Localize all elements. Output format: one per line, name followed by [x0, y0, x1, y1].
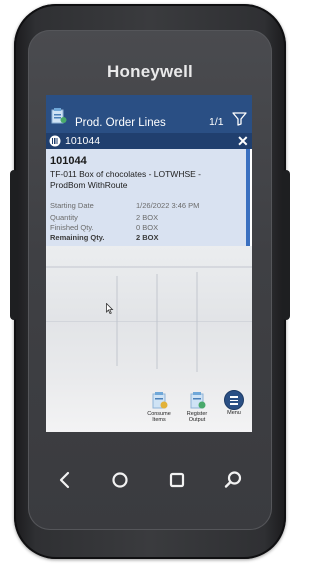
title-bar: Prod. Order Lines 1/1 [46, 95, 252, 133]
side-grip-left [10, 170, 18, 320]
field-value: 2 BOX [136, 213, 159, 222]
field-label: Finished Qty. [50, 223, 94, 232]
production-order-icon [51, 108, 67, 124]
register-output-icon [190, 392, 206, 409]
field-value: 1/26/2022 3:46 PM [136, 201, 200, 210]
menu-button[interactable] [224, 390, 244, 410]
background-shelf [46, 321, 252, 322]
menu-icon-bar [230, 396, 238, 398]
close-icon[interactable]: ✕ [237, 133, 249, 149]
side-grip-right [282, 170, 290, 320]
field-label: Remaining Qty. [50, 233, 105, 242]
device-nav-bar [40, 465, 260, 495]
field-label: Quantity [50, 213, 78, 222]
background-shelf [196, 272, 198, 372]
back-icon[interactable] [50, 465, 80, 495]
consume-items-button[interactable]: Consume Items [144, 390, 174, 423]
menu-icon-bar [230, 403, 238, 405]
barcode-icon [49, 135, 61, 147]
order-number: 101044 [50, 155, 87, 167]
field-label: Starting Date [50, 201, 94, 210]
action-bar: Consume Items Register Output Menu [144, 386, 252, 426]
home-icon[interactable] [105, 465, 135, 495]
background-shelf [46, 266, 252, 268]
field-row-starting-date: Starting Date 1/26/2022 3:46 PM [50, 201, 240, 211]
register-label-line2: Output [188, 417, 206, 423]
menu-icon-bar [230, 399, 238, 401]
field-value: 2 BOX [136, 233, 159, 242]
recents-icon[interactable] [162, 465, 192, 495]
menu-label: Menu [227, 410, 241, 416]
field-row-remaining-qty: Remaining Qty. 2 BOX [50, 233, 240, 243]
record-pager: 1/1 [209, 116, 224, 128]
field-row-finished-qty: Finished Qty. 0 BOX [50, 223, 240, 233]
item-description: TF-011 Box of chocolates - LOTWHSE - Pro… [50, 169, 201, 190]
mouse-pointer-icon [106, 303, 114, 314]
filter-icon[interactable] [232, 112, 247, 126]
order-line-card[interactable]: 101044 TF-011 Box of chocolates - LOTWHS… [46, 149, 250, 246]
consume-label-line2: Items [152, 417, 166, 423]
record-bar: 101044 ✕ [46, 133, 252, 149]
brand-logo: Honeywell [107, 62, 193, 81]
record-number: 101044 [65, 135, 101, 147]
warehouse-background: Consume Items Register Output Menu [46, 246, 252, 432]
register-output-button[interactable]: Register Output [182, 390, 212, 423]
field-row-quantity: Quantity 2 BOX [50, 213, 240, 223]
page-title: Prod. Order Lines [75, 117, 166, 129]
device-screen: Prod. Order Lines 1/1 101044 ✕ 101044 TF… [46, 95, 252, 432]
consume-items-icon [152, 392, 168, 409]
search-icon[interactable] [218, 465, 248, 495]
field-value: 0 BOX [136, 223, 159, 232]
